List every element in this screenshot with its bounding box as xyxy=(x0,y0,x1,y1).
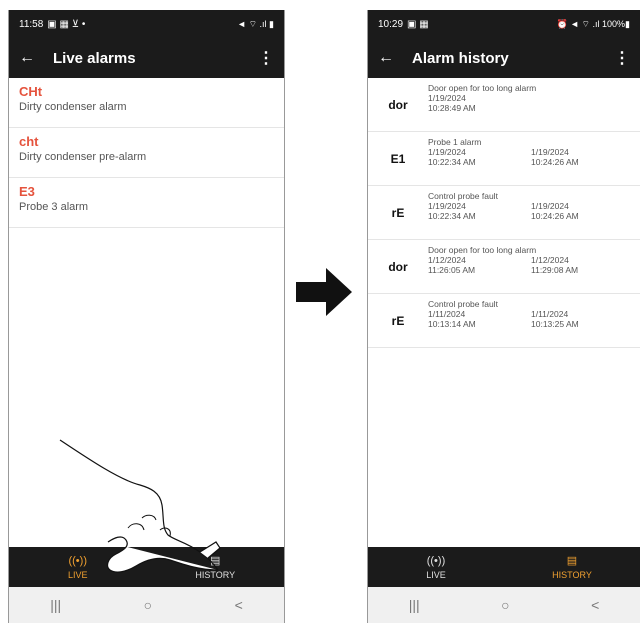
system-back-icon[interactable]: < xyxy=(235,597,243,613)
pointing-hand-illustration xyxy=(59,439,221,573)
end-time: 10:13:25 AM xyxy=(531,319,579,329)
list-item[interactable]: dor Door open for too long alarm 1/19/20… xyxy=(368,78,640,132)
start-date: 1/11/2024 xyxy=(428,309,466,319)
alarm-description: Dirty condenser pre-alarm xyxy=(19,151,147,163)
overflow-menu-icon[interactable]: ⋮ xyxy=(258,48,274,68)
status-notification-icons: ▣ ▦ ⊻ • xyxy=(47,18,86,30)
start-time: 11:26:05 AM xyxy=(428,265,476,275)
broadcast-icon: ((•)) xyxy=(426,554,446,567)
status-time: 11:58 xyxy=(19,18,44,30)
end-date: 1/12/2024 xyxy=(531,255,569,265)
end-time: 11:29:08 AM xyxy=(531,265,579,275)
status-time: 10:29 xyxy=(378,18,404,30)
bottom-navigation: ((•)) LIVE ▤ HISTORY xyxy=(368,547,640,587)
status-system-icons: ◄ ⌔ .ıl ▮ xyxy=(237,18,274,29)
page-title: Live alarms xyxy=(53,49,136,67)
alarm-code: CHt xyxy=(19,84,43,99)
alarm-description: Control probe fault xyxy=(428,191,498,201)
start-date: 1/12/2024 xyxy=(428,255,466,265)
home-icon[interactable]: ○ xyxy=(144,597,152,613)
app-bar: ← Alarm history ⋮ xyxy=(368,38,640,78)
back-arrow-icon[interactable]: ← xyxy=(19,49,45,67)
alarm-code: E3 xyxy=(19,184,35,199)
transition-arrow-icon xyxy=(296,268,352,316)
start-date: 1/19/2024 xyxy=(428,93,466,103)
start-time: 10:28:49 AM xyxy=(428,103,476,113)
status-system-icons: ⏰ ◄ ⌔ .ıl 100%▮ xyxy=(556,18,630,29)
tab-live-label: LIVE xyxy=(426,569,446,580)
recent-apps-icon[interactable]: ||| xyxy=(409,597,420,613)
tab-history[interactable]: ▤ HISTORY xyxy=(504,547,640,587)
page-title: Alarm history xyxy=(412,49,509,67)
status-bar: 10:29 ▣ ▦ ⏰ ◄ ⌔ .ıl 100%▮ xyxy=(368,10,640,38)
alarm-description: Probe 1 alarm xyxy=(428,137,482,147)
alarm-code: dor xyxy=(388,97,408,112)
app-bar: ← Live alarms ⋮ xyxy=(9,38,284,78)
end-time: 10:24:26 AM xyxy=(531,211,579,221)
list-item[interactable]: rE Control probe fault 1/19/2024 10:22:3… xyxy=(368,186,640,240)
start-date: 1/19/2024 xyxy=(428,147,466,157)
list-item[interactable]: dor Door open for too long alarm 1/12/20… xyxy=(368,240,640,294)
history-clipboard-icon: ▤ xyxy=(566,555,578,567)
status-notification-icons: ▣ ▦ xyxy=(407,18,429,30)
alarm-code: cht xyxy=(19,134,39,149)
alarm-description: Door open for too long alarm xyxy=(428,83,537,93)
system-navigation-bar: ||| ○ < xyxy=(9,587,284,623)
start-time: 10:22:34 AM xyxy=(428,157,476,167)
phone-alarm-history: 10:29 ▣ ▦ ⏰ ◄ ⌔ .ıl 100%▮ ← Alarm histor… xyxy=(367,10,640,623)
start-time: 10:22:34 AM xyxy=(428,211,476,221)
alarm-code: rE xyxy=(391,313,405,328)
alarm-description: Control probe fault xyxy=(428,299,498,309)
end-date: 1/11/2024 xyxy=(531,309,569,319)
end-time: 10:24:26 AM xyxy=(531,157,579,167)
tab-history-label: HISTORY xyxy=(552,570,592,580)
list-item[interactable]: rE Control probe fault 1/11/2024 10:13:1… xyxy=(368,294,640,348)
overflow-menu-icon[interactable]: ⋮ xyxy=(614,48,630,68)
recent-apps-icon[interactable]: ||| xyxy=(50,597,61,613)
tab-live[interactable]: ((•)) LIVE xyxy=(368,547,504,587)
start-time: 10:13:14 AM xyxy=(428,319,476,329)
alarm-code: rE xyxy=(391,205,405,220)
list-item[interactable]: E3 Probe 3 alarm xyxy=(9,178,284,228)
system-navigation-bar: ||| ○ < xyxy=(368,587,640,623)
back-arrow-icon[interactable]: ← xyxy=(378,49,404,67)
list-item[interactable]: CHt Dirty condenser alarm xyxy=(9,78,284,128)
alarm-code: E1 xyxy=(390,151,406,166)
alarm-description: Dirty condenser alarm xyxy=(19,101,127,113)
end-date: 1/19/2024 xyxy=(531,201,569,211)
alarm-history-list: dor Door open for too long alarm 1/19/20… xyxy=(368,78,640,547)
alarm-description: Door open for too long alarm xyxy=(428,245,537,255)
alarm-description: Probe 3 alarm xyxy=(19,201,89,213)
end-date: 1/19/2024 xyxy=(531,147,569,157)
status-bar: 11:58 ▣ ▦ ⊻ • ◄ ⌔ .ıl ▮ xyxy=(9,10,284,38)
list-item[interactable]: E1 Probe 1 alarm 1/19/2024 10:22:34 AM 1… xyxy=(368,132,640,186)
start-date: 1/19/2024 xyxy=(428,201,466,211)
list-item[interactable]: cht Dirty condenser pre-alarm xyxy=(9,128,284,178)
home-icon[interactable]: ○ xyxy=(501,597,509,613)
system-back-icon[interactable]: < xyxy=(591,597,599,613)
alarm-code: dor xyxy=(388,259,408,274)
